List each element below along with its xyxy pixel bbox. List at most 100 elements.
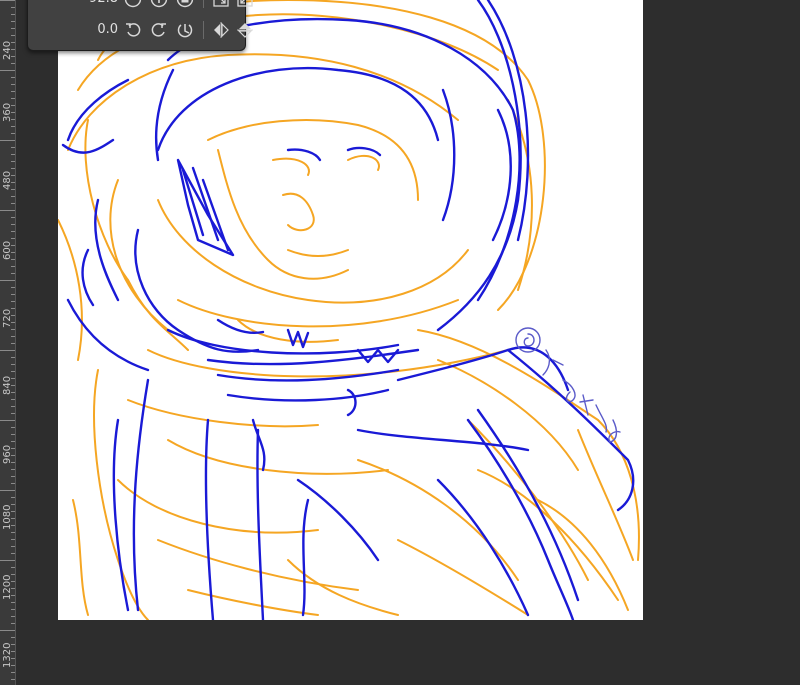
ruler-tick: [11, 392, 15, 393]
ruler-tick: [11, 462, 15, 463]
flip-horizontal-icon[interactable]: [210, 19, 232, 41]
ruler-tick: [11, 378, 15, 379]
ruler-label: 960: [2, 444, 13, 464]
ruler-tick: [0, 0, 15, 1]
drawing-canvas[interactable]: [58, 0, 643, 620]
zoom-out-icon[interactable]: [122, 0, 144, 10]
ruler-tick: [11, 287, 15, 288]
ruler-tick: [11, 161, 15, 162]
ruler-tick: [11, 182, 15, 183]
navigator-panel: 92.8 0.0: [27, 0, 253, 51]
ruler-tick: [11, 665, 15, 666]
ruler-tick: [11, 609, 15, 610]
ruler-tick: [11, 413, 15, 414]
ruler-tick: [11, 553, 15, 554]
ruler-tick: [11, 336, 15, 337]
ruler-tick: [11, 252, 15, 253]
ruler-tick: [11, 672, 15, 673]
ruler-tick: [11, 105, 15, 106]
ruler-tick: [11, 679, 15, 680]
zoom-in-icon[interactable]: [148, 0, 170, 10]
ruler-tick: [11, 525, 15, 526]
ruler-label: 360: [2, 102, 13, 122]
ruler-tick: [11, 588, 15, 589]
ruler-tick: [11, 14, 15, 15]
ruler-label: 480: [2, 170, 13, 190]
ruler-tick: [11, 189, 15, 190]
ruler-tick: [11, 84, 15, 85]
ruler-tick: [11, 651, 15, 652]
ruler-tick: [11, 364, 15, 365]
ruler-tick: [11, 357, 15, 358]
ruler-tick: [0, 350, 15, 351]
ruler-tick: [11, 581, 15, 582]
ruler-tick: [11, 476, 15, 477]
ruler-tick: [11, 231, 15, 232]
ruler-tick: [11, 49, 15, 50]
ruler-tick: [0, 70, 15, 71]
ruler-tick: [11, 133, 15, 134]
ruler-label: 1080: [2, 504, 13, 530]
reset-rotation-icon[interactable]: [174, 19, 196, 41]
ruler-tick: [11, 441, 15, 442]
ruler-tick: [0, 140, 15, 141]
ruler-tick: [11, 63, 15, 64]
ruler-tick: [11, 483, 15, 484]
ruler-tick: [11, 21, 15, 22]
rotation-row: 0.0: [28, 19, 253, 41]
ruler-tick: [11, 273, 15, 274]
ruler-tick: [11, 322, 15, 323]
ruler-tick: [0, 210, 15, 211]
ruler-tick: [11, 448, 15, 449]
ruler-tick: [11, 175, 15, 176]
ruler-label: 600: [2, 240, 13, 260]
ruler-tick: [11, 154, 15, 155]
fill-window-icon[interactable]: [234, 0, 256, 10]
ruler-tick: [11, 7, 15, 8]
ruler-label: 1200: [2, 574, 13, 600]
ruler-tick: [11, 168, 15, 169]
ruler-tick: [11, 518, 15, 519]
divider: [203, 21, 204, 39]
actual-size-icon[interactable]: [174, 0, 196, 10]
ruler-tick: [11, 126, 15, 127]
zoom-row: 92.8: [28, 0, 253, 10]
ruler-tick: [11, 119, 15, 120]
ruler-label: 840: [2, 375, 13, 395]
ruler-tick: [11, 539, 15, 540]
fit-page-icon[interactable]: [210, 0, 232, 10]
ruler-tick: [0, 560, 15, 561]
ruler-tick: [11, 469, 15, 470]
ruler-tick: [11, 602, 15, 603]
ruler-tick: [11, 217, 15, 218]
zoom-value[interactable]: 92.8: [34, 0, 118, 10]
ruler-tick: [11, 371, 15, 372]
ruler-tick: [11, 238, 15, 239]
ruler-tick: [11, 98, 15, 99]
ruler-tick: [11, 203, 15, 204]
ruler-tick: [11, 616, 15, 617]
ruler-tick: [11, 196, 15, 197]
ruler-tick: [11, 42, 15, 43]
flip-vertical-icon[interactable]: [234, 19, 256, 41]
rotate-right-icon[interactable]: [148, 19, 170, 41]
ruler-tick: [11, 301, 15, 302]
ruler-tick: [11, 567, 15, 568]
ruler-tick: [11, 623, 15, 624]
ruler-tick: [0, 280, 15, 281]
artwork: [58, 0, 640, 620]
rotation-value[interactable]: 0.0: [34, 19, 118, 41]
ruler-tick: [11, 574, 15, 575]
ruler-tick: [11, 266, 15, 267]
ruler-label: 1320: [2, 642, 13, 668]
ruler-tick: [11, 532, 15, 533]
ruler-tick: [11, 434, 15, 435]
ruler-tick: [0, 490, 15, 491]
ruler-tick: [11, 658, 15, 659]
ruler-tick: [11, 399, 15, 400]
ruler-tick: [11, 112, 15, 113]
ruler-tick: [11, 644, 15, 645]
rotate-left-icon[interactable]: [122, 19, 144, 41]
ruler-tick: [11, 497, 15, 498]
ruler-tick: [11, 427, 15, 428]
